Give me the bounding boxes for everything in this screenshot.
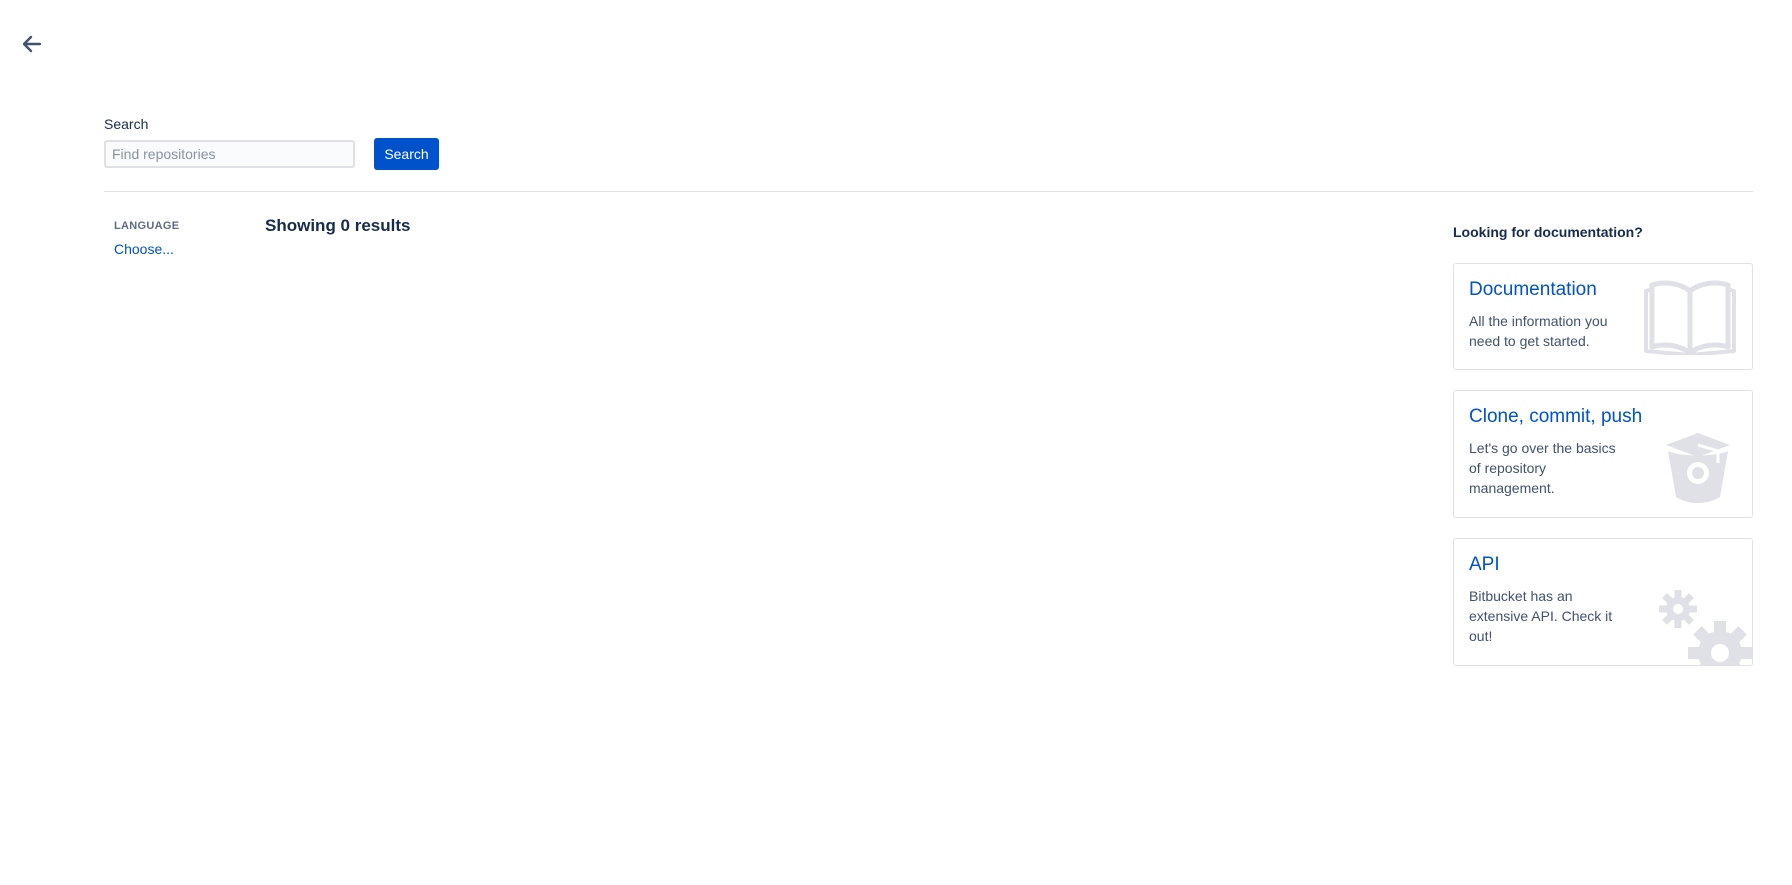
- documentation-heading: Looking for documentation?: [1453, 224, 1643, 240]
- search-label: Search: [104, 116, 149, 132]
- language-choose-link[interactable]: Choose...: [114, 241, 179, 257]
- clone-commit-push-card-description: Let's go over the basics of repository m…: [1469, 440, 1616, 496]
- divider: [104, 191, 1753, 192]
- language-filter: LANGUAGE Choose...: [114, 220, 179, 257]
- documentation-card-description: All the information you need to get star…: [1469, 313, 1608, 349]
- gears-icon: [1659, 590, 1752, 665]
- documentation-card[interactable]: Documentation All the information you ne…: [1453, 263, 1753, 370]
- search-button[interactable]: Search: [374, 138, 439, 170]
- api-card[interactable]: API Bitbucket has an extensive API. Chec…: [1453, 538, 1753, 666]
- open-book-icon: [1644, 280, 1736, 355]
- back-button[interactable]: [18, 30, 46, 58]
- api-card-description: Bitbucket has an extensive API. Check it…: [1469, 588, 1613, 644]
- arrow-left-icon: [22, 35, 42, 53]
- clone-commit-push-card-title[interactable]: Clone, commit, push: [1469, 406, 1737, 428]
- search-input[interactable]: [104, 140, 355, 168]
- results-summary: Showing 0 results: [265, 216, 411, 235]
- clone-commit-push-card[interactable]: Clone, commit, push Let's go over the ba…: [1453, 390, 1753, 518]
- language-filter-heading: LANGUAGE: [114, 220, 180, 232]
- search-row: Search: [104, 138, 439, 170]
- documentation-panel: Looking for documentation? Documentation…: [1453, 224, 1753, 686]
- search-form: Search Search: [104, 116, 439, 170]
- bucket-icon: [1666, 433, 1730, 503]
- page: Search Search LANGUAGE Choose... Showing…: [0, 0, 1792, 885]
- api-card-title[interactable]: API: [1469, 554, 1737, 576]
